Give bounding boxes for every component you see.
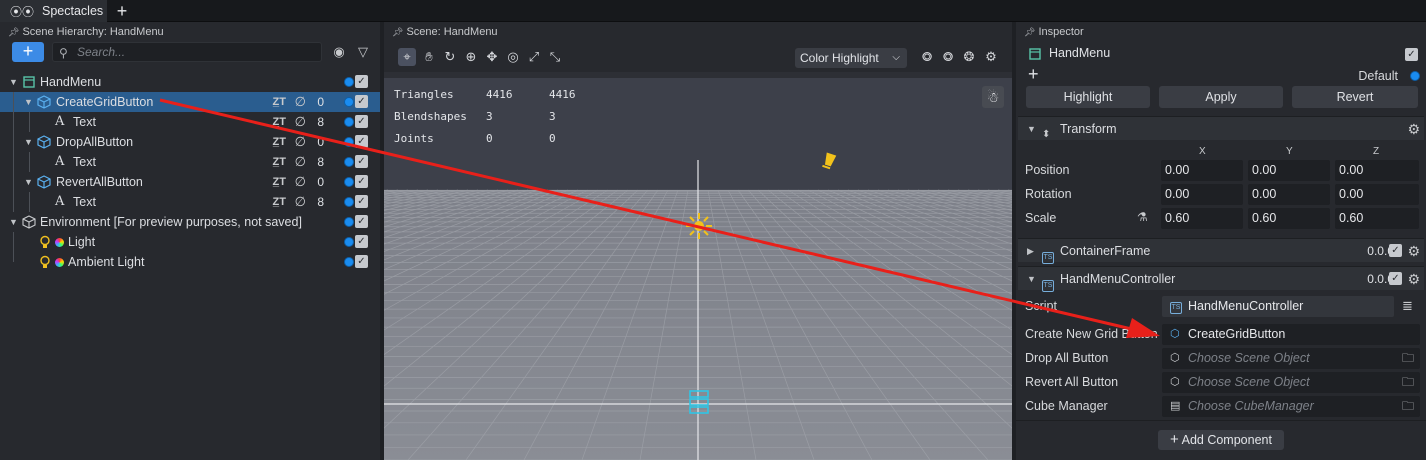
annotation-arrow <box>159 98 1160 338</box>
